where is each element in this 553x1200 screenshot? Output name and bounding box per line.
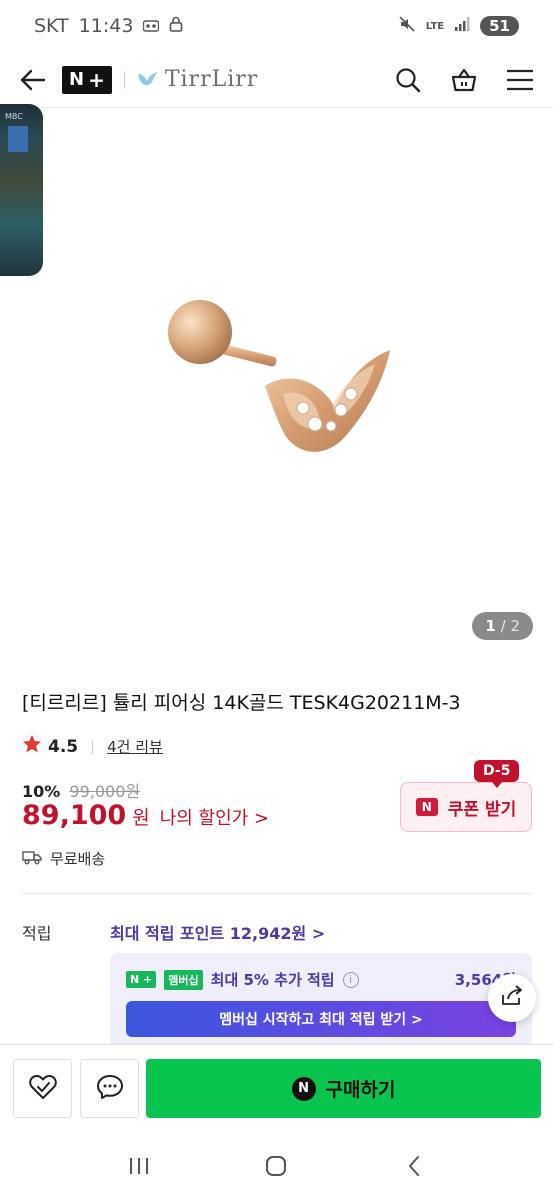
image-total-count: 2 <box>510 617 520 635</box>
membership-row: N + 멤버십 최대 5% 추가 적립 i 3,564원 <box>126 969 516 990</box>
chat-bubble-icon <box>96 1074 124 1104</box>
buy-button[interactable]: N 구매하기 <box>146 1059 541 1118</box>
coupon-button-label: 쿠폰 받기 <box>447 799 517 820</box>
buy-button-label: 구매하기 <box>325 1079 396 1101</box>
wishlist-button[interactable] <box>13 1059 72 1118</box>
membership-start-button[interactable]: 멤버십 시작하고 최대 적립 받기 > <box>126 1001 516 1037</box>
status-bar: SKT 11:43 LTE 51 <box>0 0 553 52</box>
product-image <box>165 290 395 460</box>
bird-icon <box>137 68 159 92</box>
clock-text: 11:43 <box>78 15 134 37</box>
cart-icon[interactable] <box>449 65 479 95</box>
currency-label: 원 <box>132 807 150 829</box>
brand-name: TirrLirr <box>164 67 259 92</box>
sale-price: 89,100 <box>22 800 127 831</box>
header-divider <box>123 70 125 89</box>
image-current-index: 1 <box>485 617 496 635</box>
battery-icon: 51 <box>480 16 519 36</box>
original-price: 99,000원 <box>69 782 141 801</box>
image-counter-separator: / <box>500 617 506 635</box>
shipping-text: 무료배송 <box>50 850 106 868</box>
share-button[interactable] <box>488 974 536 1022</box>
back-nav-icon[interactable] <box>394 1146 434 1186</box>
discount-line: 10% 99,000원 <box>22 778 140 802</box>
nplus-logo[interactable]: N + <box>62 65 112 94</box>
discount-rate: 10% <box>22 782 61 801</box>
nplus-membership-badge: N + <box>126 971 157 988</box>
share-icon <box>500 985 524 1011</box>
mute-icon <box>398 15 416 37</box>
recent-apps-icon[interactable] <box>119 1146 159 1186</box>
price-line: 89,100 원 나의 할인가 > <box>22 800 269 831</box>
image-page-counter: 1 / 2 <box>472 612 533 640</box>
back-arrow-icon[interactable] <box>18 65 48 95</box>
pip-video-player[interactable]: MBC <box>0 104 43 276</box>
shipping-info: 무료배송 <box>22 848 105 869</box>
membership-tag: 멤버십 <box>164 969 203 990</box>
info-icon[interactable]: i <box>342 971 359 988</box>
pip-video-label: MBC <box>5 112 23 121</box>
heart-check-icon <box>28 1074 58 1104</box>
product-title: [티르리르] 튤리 피어싱 14K골드 TESK4G20211M-3 <box>22 692 461 714</box>
menu-icon[interactable] <box>505 65 535 95</box>
star-icon <box>22 734 42 759</box>
coupon-dday-badge: D-5 <box>474 760 520 788</box>
chat-button[interactable] <box>80 1059 139 1118</box>
lte-icon: LTE <box>425 20 445 32</box>
app-header: N + TirrLirr <box>0 52 553 108</box>
home-icon[interactable] <box>256 1146 296 1186</box>
rating-divider <box>92 739 94 754</box>
max-points-link[interactable]: 최대 적립 포인트 12,942원 > <box>110 920 325 944</box>
carrier-text: SKT <box>34 15 69 37</box>
rating-score: 4.5 <box>48 736 79 757</box>
reviews-link[interactable]: 4건 리뷰 <box>107 736 163 757</box>
nplus-logo-n: N <box>69 69 85 90</box>
system-nav-bar <box>0 1132 553 1200</box>
membership-box: N + 멤버십 최대 5% 추가 적립 i 3,564원 멤버십 시작하고 최대… <box>110 953 532 1053</box>
naver-n-icon: N <box>415 798 438 816</box>
nplus-logo-plus: + <box>88 67 105 92</box>
brand-logo[interactable]: TirrLirr <box>137 67 258 92</box>
section-divider <box>22 893 531 894</box>
bottom-action-bar: N 구매하기 <box>0 1044 553 1132</box>
pip-video-thumbnail <box>8 126 28 152</box>
extra-points-label: 최대 5% 추가 적립 <box>210 971 335 989</box>
truck-icon <box>22 849 42 869</box>
search-icon[interactable] <box>393 65 423 95</box>
voicemail-icon <box>143 17 160 36</box>
lock-icon <box>169 16 183 36</box>
signal-icon <box>454 16 470 36</box>
naver-pay-icon: N <box>291 1076 316 1101</box>
rating-row: 4.5 4건 리뷰 <box>22 734 163 759</box>
my-discount-price-link[interactable]: 나의 할인가 > <box>160 804 269 830</box>
coupon-button[interactable]: N 쿠폰 받기 <box>400 782 532 832</box>
points-label: 적립 <box>22 924 52 943</box>
